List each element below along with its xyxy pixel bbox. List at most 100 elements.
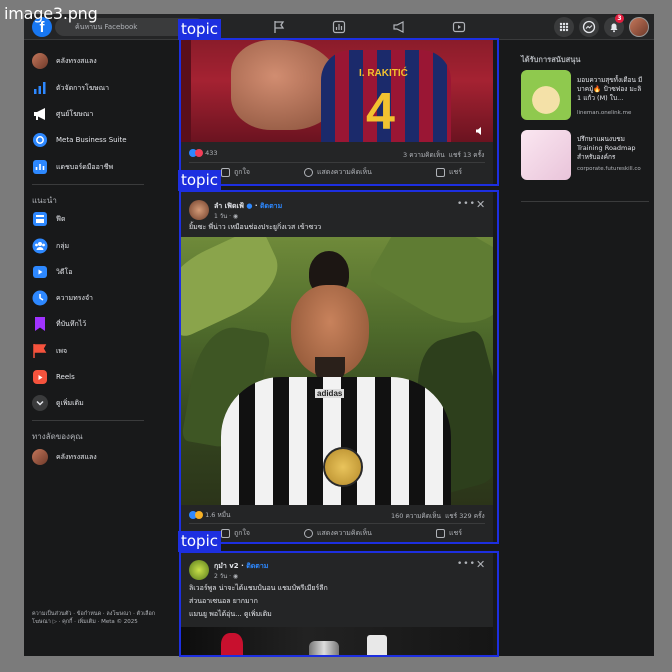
ad-text-2[interactable]: ปรึกษาแผนงบชม Training Roadmap สำหรับองค… — [577, 135, 647, 162]
sidebar-item-profile[interactable]: คลังทรงสแลง — [32, 50, 97, 72]
comment-button[interactable]: แสดงความคิดเห็น — [304, 167, 372, 178]
post-time: 2 วัน · — [214, 573, 233, 580]
feed-icon — [33, 212, 47, 226]
jersey-name: I. RAKITIĆ — [359, 68, 408, 79]
author-avatar[interactable] — [189, 560, 209, 580]
ad-url-2[interactable]: corporate.futureskill.co — [577, 166, 641, 172]
post-actions: ถูกใจ แสดงความคิดเห็น แชร์ — [221, 528, 462, 539]
comment-icon — [304, 529, 313, 538]
arsenal-crest-icon — [367, 635, 387, 656]
verified-badge-icon: ● — [246, 202, 253, 210]
globe-icon: ◉ — [232, 573, 239, 580]
post-time: 1 วัน · — [214, 213, 233, 220]
banana-leaf — [367, 237, 493, 344]
share-count: แชร์ 13 ครั้ง — [448, 151, 485, 159]
comment-button[interactable]: แสดงความคิดเห็น — [304, 528, 372, 539]
post-3: กุมำ v2 · ติดตาม 2 วัน · ◉ ••• ✕ ลิเวอร์… — [181, 552, 493, 656]
author-avatar[interactable] — [189, 200, 209, 220]
share-button[interactable]: แชร์ — [435, 528, 462, 539]
ad-image-2[interactable] — [521, 130, 571, 180]
sidebar-item-reels[interactable]: Reels — [32, 366, 75, 388]
follow-link[interactable]: ติดตาม — [260, 202, 282, 210]
action-label: แสดงความคิดเห็น — [317, 529, 372, 537]
follow-link[interactable]: ติดตาม — [246, 562, 268, 570]
pages-icon — [33, 344, 47, 358]
post-caption: ยิ้มซะ พี่น่าว เหมือนช่องประยูกิ่งเวส เข… — [189, 223, 322, 231]
sidebar-item-feed[interactable]: ฟีด — [32, 208, 66, 230]
see-more-button[interactable]: ดูเพิ่มเติม — [32, 392, 84, 414]
post-photo[interactable]: adidas — [181, 237, 493, 505]
left-sidebar: คลังทรงสแลง ตัวจัดการโฆษณา ศูนย์โฆษณา Me… — [24, 40, 174, 656]
profile-avatar — [32, 53, 48, 69]
action-label: ถูกใจ — [234, 529, 250, 537]
sidebar-item-label: Meta Business Suite — [56, 136, 127, 144]
comment-share-count[interactable]: 3 ความคิดเห็น แชร์ 13 ครั้ง — [403, 150, 484, 160]
ads-chart-icon[interactable] — [332, 20, 346, 34]
reaction-summary[interactable]: 1.6 หมื่น — [189, 510, 231, 520]
close-icon[interactable]: ✕ — [476, 558, 485, 571]
reaction-count: 433 — [205, 149, 218, 157]
shortcut-item-page[interactable]: คลังทรงสแลง — [32, 446, 97, 468]
sidebar-item-ads-manager[interactable]: ตัวจัดการโฆษณา — [32, 77, 109, 99]
post-divider — [189, 162, 485, 163]
ad-url-1[interactable]: lineman.onelink.me — [577, 110, 631, 116]
sidebar-item-label: คลังทรงสแลง — [56, 452, 97, 461]
reaction-summary[interactable]: 433 — [189, 149, 218, 157]
post-timestamp[interactable]: 2 วัน · ◉ — [214, 571, 238, 581]
megaphone-icon[interactable] — [392, 20, 406, 34]
footer-links[interactable]: ความเป็นส่วนตัว · ข้อกำหนด · ลงโฆษณา · ต… — [32, 610, 162, 626]
sidebar-item-label: ดูเพิ่มเติม — [56, 398, 84, 407]
share-icon — [435, 168, 445, 177]
post-2: ลำ เฟิดเฟ้ ● · ติดตาม 1 วัน · ◉ ••• ✕ ยิ… — [181, 192, 493, 542]
sidebar-item-label: กลุ่ม — [56, 241, 70, 250]
comment-icon — [304, 168, 313, 177]
shirt-brand: adidas — [315, 389, 345, 398]
facebook-window: f ค้นหาบน Facebook 3 คลังทรงสแลง ตัวจัดก… — [24, 14, 654, 656]
megaphone-icon — [34, 108, 45, 120]
action-label: แชร์ — [448, 529, 462, 537]
section-title-recommended: แนะนำ — [32, 196, 57, 205]
sidebar-item-memories[interactable]: ความทรงจำ — [32, 287, 93, 309]
close-icon[interactable]: ✕ — [476, 198, 485, 211]
business-suite-icon — [33, 133, 47, 147]
sidebar-item-label: ตัวจัดการโฆษณา — [56, 83, 110, 92]
like-button[interactable]: ถูกใจ — [221, 167, 250, 178]
share-count: แชร์ 329 ครั้ง — [445, 512, 485, 520]
sidebar-item-ad-center[interactable]: ศูนย์โฆษณา — [32, 103, 93, 125]
sidebar-divider — [32, 184, 144, 185]
background-stripe — [181, 40, 191, 142]
comment-count: 3 ความคิดเห็น — [403, 151, 445, 159]
post-text-line[interactable]: แมนยู พอได้อุ่น... ดูเพิ่มเติม — [189, 609, 272, 620]
groups-icon — [32, 238, 48, 254]
club-crest — [323, 447, 363, 487]
messenger-button[interactable] — [579, 17, 599, 37]
account-avatar[interactable] — [629, 17, 649, 37]
section-title-shortcuts: ทางลัดของคุณ — [32, 432, 83, 441]
ad-text-1[interactable]: มอบความสุขทั้งเดือน มีบาคมู้🔥 ป้าซฟอง มะ… — [577, 76, 647, 103]
post-video[interactable]: I. RAKITIĆ 4 — [181, 40, 493, 142]
profile-avatar — [32, 449, 48, 465]
topic-label: topic — [178, 170, 221, 191]
volume-icon[interactable] — [475, 126, 485, 136]
post-image[interactable] — [181, 627, 493, 656]
post-timestamp[interactable]: 1 วัน · ◉ — [214, 211, 238, 221]
sidebar-item-label: Reels — [56, 373, 75, 381]
more-options-icon[interactable]: ••• — [457, 199, 476, 209]
sidebar-item-pages[interactable]: เพจ — [32, 340, 67, 362]
sidebar-item-video[interactable]: วิดีโอ — [32, 261, 72, 283]
like-button[interactable]: ถูกใจ — [221, 528, 250, 539]
share-button[interactable]: แชร์ — [435, 167, 462, 178]
comment-count: 160 ความคิดเห็น — [391, 512, 441, 520]
menu-grid-button[interactable] — [554, 17, 574, 37]
comment-share-count[interactable]: 160 ความคิดเห็น แชร์ 329 ครั้ง — [391, 511, 485, 521]
more-options-icon[interactable]: ••• — [457, 559, 476, 569]
sidebar-item-groups[interactable]: กลุ่ม — [32, 235, 69, 257]
ad-image-1[interactable] — [521, 70, 571, 120]
sidebar-item-meta-business-suite[interactable]: Meta Business Suite — [32, 129, 127, 151]
sidebar-item-saved[interactable]: ที่บันทึกไว้ — [32, 313, 86, 335]
right-column-divider — [521, 201, 649, 202]
video-icon[interactable] — [452, 20, 466, 34]
sponsored-title: ได้รับการสนับสนุน — [521, 55, 581, 64]
flag-icon[interactable] — [272, 20, 286, 34]
sidebar-item-professional-dashboard[interactable]: แดชบอร์ดมืออาชีพ — [32, 156, 113, 178]
